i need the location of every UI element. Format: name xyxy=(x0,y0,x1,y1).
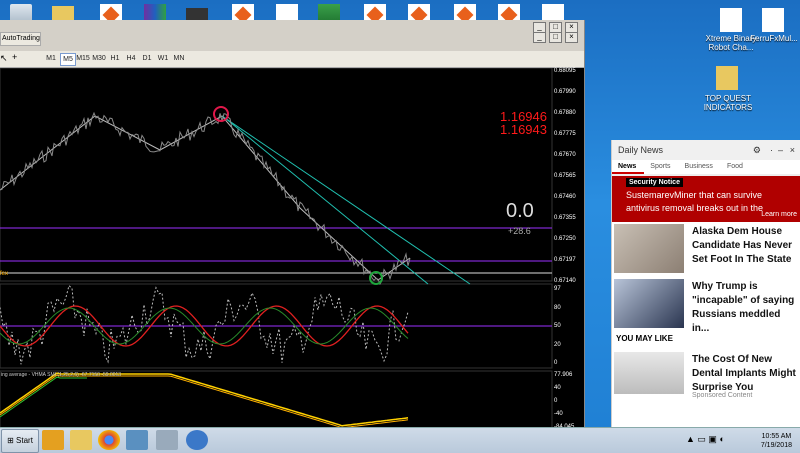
mt4-window: _ □ × _ □ × AutoTrading ↖ + M1 M5 M15 M30 H1… xyxy=(0,20,585,447)
story-image xyxy=(614,279,684,328)
price-axis-label: 0.68095 xyxy=(554,68,576,74)
timeframe-h1[interactable]: H1 xyxy=(108,53,122,64)
app-icon[interactable] xyxy=(126,430,148,450)
oscillator-axis-label: 97 xyxy=(554,286,561,292)
smi-label: ing average - VHMA SMI (1,25,2,6) -67.71… xyxy=(1,372,122,378)
price-axis-label: 0.67990 xyxy=(554,89,576,95)
more-icon[interactable]: · xyxy=(770,145,773,155)
big-value: 0.0 xyxy=(506,200,534,222)
daily-news-panel: Daily News ⚙ · – × News Sports Business … xyxy=(611,140,800,428)
chart-canvas xyxy=(0,67,553,434)
price-axis-label: 0.67670 xyxy=(554,152,576,158)
minimize-button[interactable]: _ xyxy=(533,32,546,43)
minimize-button[interactable]: – xyxy=(778,145,783,155)
cursor-icon[interactable]: ↖ xyxy=(0,53,8,64)
close-button[interactable]: × xyxy=(565,32,578,43)
timeframe-m5[interactable]: M5 xyxy=(60,53,76,66)
autotrading-button[interactable]: AutoTrading xyxy=(0,32,41,46)
price-axis-label: 0.67197 xyxy=(554,257,576,263)
desktop-icon-label[interactable]: TOP QUEST INDICATORS xyxy=(696,94,760,112)
news-header: Daily News ⚙ · – × xyxy=(612,140,800,160)
tab-business[interactable]: Business xyxy=(679,160,721,174)
chart-toolbar: ↖ + M1 M5 M15 M30 H1 H4 D1 W1 MN xyxy=(0,51,584,68)
window-controls: _ □ × xyxy=(533,22,578,33)
price-axis-label: 0.67250 xyxy=(554,236,576,242)
timeframe-m30[interactable]: M30 xyxy=(92,53,106,64)
security-notice[interactable]: Security Notice SustemarevMiner that can… xyxy=(612,176,800,222)
file-icon[interactable] xyxy=(762,8,784,32)
security-notice-title: Security Notice xyxy=(626,178,683,187)
app-icon[interactable] xyxy=(186,430,208,450)
file-icon[interactable] xyxy=(720,8,742,32)
learn-more-link[interactable]: Learn more xyxy=(761,211,797,218)
story-image xyxy=(614,224,684,273)
price-axis-label: 0.67565 xyxy=(554,173,576,179)
desktop-icon-label[interactable]: FerruFxMul... xyxy=(748,34,800,43)
price-axis-label: 0.67355 xyxy=(554,215,576,221)
timeframe-w1[interactable]: W1 xyxy=(156,53,170,64)
smi-axis-label: 0 xyxy=(554,398,558,404)
story-image xyxy=(614,352,684,394)
smi-axis-label: 77.906 xyxy=(554,372,573,378)
crosshair-icon[interactable]: + xyxy=(12,52,17,62)
fex-label: fex xyxy=(0,271,9,277)
timeframe-h4[interactable]: H4 xyxy=(124,53,138,64)
oscillator-axis-label: 0 xyxy=(554,360,558,366)
news-story[interactable]: Alaska Dem House Candidate Has Never Set… xyxy=(612,222,800,277)
chart-window-controls: _ □ × xyxy=(533,32,578,43)
delta-value: +28.6 xyxy=(508,226,531,236)
timeframe-m1[interactable]: M1 xyxy=(44,53,58,64)
tab-food[interactable]: Food xyxy=(721,160,751,174)
media-player-icon[interactable] xyxy=(42,430,64,450)
close-button[interactable]: × xyxy=(790,145,795,155)
timeframe-d1[interactable]: D1 xyxy=(140,53,154,64)
price-axis-label: 0.67140 xyxy=(554,278,576,284)
restore-button[interactable]: □ xyxy=(549,32,562,43)
sponsored-label: Sponsored Content xyxy=(692,392,753,399)
timeframe-mn[interactable]: MN xyxy=(172,53,186,64)
smi-axis-label: 40 xyxy=(554,385,561,391)
start-button[interactable]: ⊞ Start xyxy=(1,429,39,453)
price-chart[interactable]: 1.16946 1.16943 0.0 +28.6 fex ing averag… xyxy=(0,67,584,447)
story-headline[interactable]: The Cost Of New Dental Implants Might Su… xyxy=(692,353,798,395)
tab-news[interactable]: News xyxy=(612,160,645,174)
tab-sports[interactable]: Sports xyxy=(644,160,678,174)
price-axis-label: 0.67460 xyxy=(554,194,576,200)
system-clock[interactable]: 10:55 AM 7/19/2018 xyxy=(761,432,792,450)
story-headline[interactable]: Alaska Dem House Candidate Has Never Set… xyxy=(692,225,798,267)
clock-date: 7/19/2018 xyxy=(760,442,792,449)
app-icon[interactable] xyxy=(156,430,178,450)
start-label: Start xyxy=(16,436,33,445)
ask-price: 1.16943 xyxy=(500,122,547,137)
news-tabs: News Sports Business Food xyxy=(612,160,800,176)
smi-axis-label: -40 xyxy=(554,411,563,417)
sponsored-story[interactable]: The Cost Of New Dental Implants Might Su… xyxy=(612,350,800,405)
timeframe-m15[interactable]: M15 xyxy=(76,53,90,64)
folder-icon[interactable] xyxy=(716,66,738,90)
gear-icon[interactable]: ⚙ xyxy=(753,145,761,156)
clock-time: 10:55 AM xyxy=(761,433,792,440)
explorer-icon[interactable] xyxy=(70,430,92,450)
oscillator-axis-label: 80 xyxy=(554,304,561,311)
news-title: Daily News xyxy=(618,145,664,155)
news-story[interactable]: Why Trump is "incapable" of saying Russi… xyxy=(612,277,800,334)
oscillator-axis-label: 20 xyxy=(554,341,561,348)
oscillator-axis-label: 50 xyxy=(554,323,561,329)
story-headline[interactable]: Why Trump is "incapable" of saying Russi… xyxy=(692,280,798,336)
taskbar: ⊞ Start ▲ ▭ ▣ ◐ 10:55 AM 7/19/2018 xyxy=(0,427,800,453)
tray-icons[interactable]: ▲ ▭ ▣ ◐ xyxy=(686,434,725,445)
price-axis-label: 0.67775 xyxy=(554,131,576,137)
chrome-icon[interactable] xyxy=(98,430,120,450)
price-axis-label: 0.67880 xyxy=(554,110,576,116)
